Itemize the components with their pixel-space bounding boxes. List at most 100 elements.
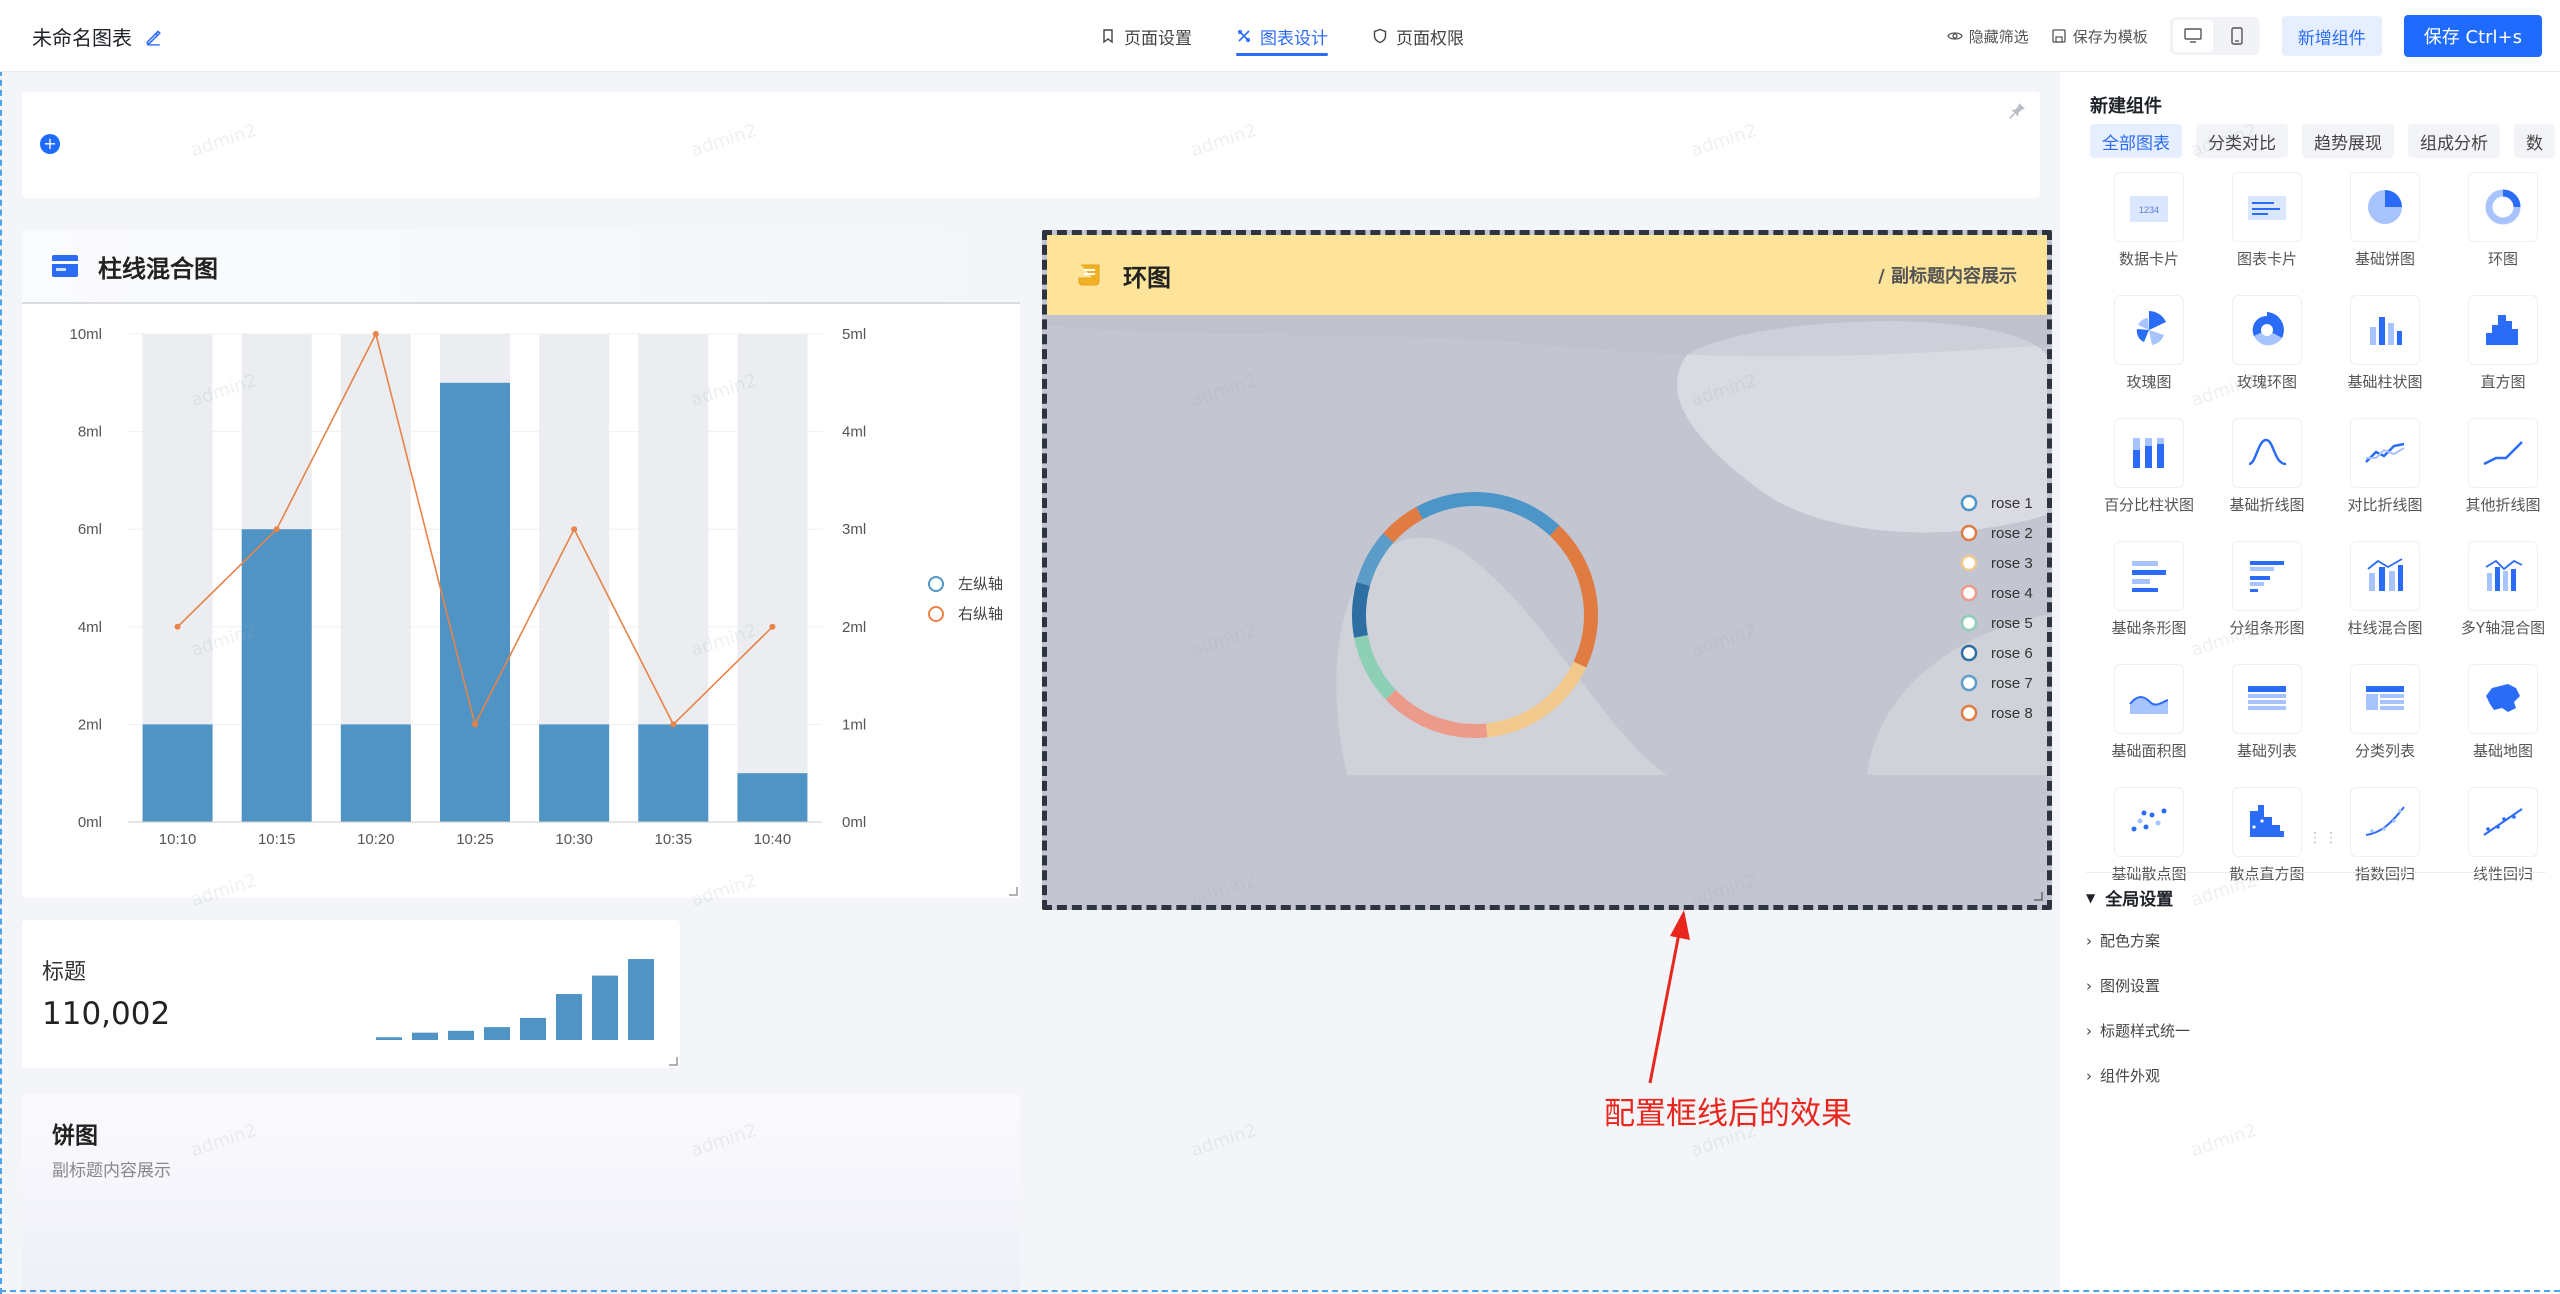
component-percent-bar[interactable]: 百分比柱状图	[2090, 418, 2208, 515]
component-map[interactable]: 基础地图	[2444, 664, 2560, 761]
legend-marker[interactable]	[1960, 494, 1978, 512]
bar[interactable]	[737, 773, 808, 822]
legend-marker[interactable]	[1960, 524, 1978, 542]
bar[interactable]	[440, 382, 510, 822]
bar[interactable]	[340, 724, 411, 822]
component-list[interactable]: 基础列表	[2208, 664, 2326, 761]
mini-bar	[520, 1017, 546, 1040]
filter-composition[interactable]: 组成分析	[2408, 124, 2500, 158]
component-chart-card[interactable]: 图表卡片	[2208, 172, 2326, 269]
tab-page-settings[interactable]: 页面设置	[1100, 0, 1192, 72]
stat-card[interactable]: 标题 110,002	[22, 920, 680, 1068]
setting-legend[interactable]: › 图例设置	[2086, 975, 2546, 996]
stat-value: 110,002	[42, 996, 171, 1032]
component-line[interactable]: 基础折线图	[2208, 418, 2326, 515]
legend-label[interactable]: rose 2	[1991, 525, 2033, 542]
component-bar-line[interactable]: 柱线混合图	[2326, 541, 2444, 638]
legend-label[interactable]: rose 7	[1991, 675, 2033, 692]
legend-marker[interactable]	[928, 606, 944, 622]
legend-label[interactable]: rose 3	[1991, 555, 2033, 572]
component-scatter[interactable]: 基础散点图	[2090, 787, 2208, 884]
tab-chart-design[interactable]: 图表设计	[1236, 0, 1328, 72]
pie-chart-card[interactable]: 饼图 副标题内容展示	[22, 1094, 1020, 1294]
legend-marker[interactable]	[1960, 584, 1978, 602]
bar[interactable]	[638, 724, 709, 822]
component-multi-y[interactable]: 多Y轴混合图	[2444, 541, 2560, 638]
pin-icon[interactable]	[2008, 102, 2026, 120]
setting-appearance[interactable]: › 组件外观	[2086, 1065, 2546, 1086]
line-point[interactable]	[472, 721, 478, 728]
filter-compare[interactable]: 分类对比	[2196, 124, 2288, 158]
setting-color-scheme[interactable]: › 配色方案	[2086, 930, 2546, 951]
setting-title-style[interactable]: › 标题样式统一	[2086, 1020, 2546, 1041]
legend-marker[interactable]	[1960, 704, 1978, 722]
component-exp-regression[interactable]: 指数回归	[2326, 787, 2444, 884]
resize-handle-icon[interactable]	[668, 1056, 678, 1066]
component-pie[interactable]: 基础饼图	[2326, 172, 2444, 269]
desktop-view-button[interactable]	[2172, 20, 2213, 52]
component-compare-line[interactable]: 对比折线图	[2326, 418, 2444, 515]
component-category-list[interactable]: 分类列表	[2326, 664, 2444, 761]
line-point[interactable]	[571, 526, 578, 533]
drag-handle-icon[interactable]: ⋮⋮	[2308, 830, 2340, 846]
bar[interactable]	[142, 724, 213, 822]
legend-marker[interactable]	[1960, 674, 1978, 692]
bar-line-chart-card[interactable]: 柱线混合图 0ml 2ml 4ml 6ml 8ml 10ml 0ml 1ml 2ml 3ml 4ml…	[22, 230, 1020, 898]
legend-marker[interactable]	[1960, 644, 1978, 662]
legend-label[interactable]: rose 8	[1991, 705, 2033, 722]
component-other-line[interactable]: 其他折线图	[2444, 418, 2560, 515]
line-point[interactable]	[670, 721, 677, 728]
legend-label[interactable]: rose 4	[1991, 585, 2033, 602]
line-point[interactable]	[273, 526, 280, 533]
resize-handle-icon[interactable]	[2033, 891, 2043, 901]
component-rose[interactable]: 玫瑰图	[2090, 295, 2208, 392]
ring-slice[interactable]	[1416, 492, 1560, 536]
legend-marker[interactable]	[928, 576, 944, 592]
resize-handle-icon[interactable]	[1008, 886, 1018, 896]
ring-chart-card[interactable]: 环图 / 副标题内容展示 rose 1 rose 2 rose 3 rose 4 ros…	[1042, 230, 2052, 910]
left-tick-label: 8ml	[78, 424, 102, 441]
ring-slice[interactable]	[1352, 582, 1371, 638]
left-tick-label: 4ml	[78, 619, 102, 636]
filter-all[interactable]: 全部图表	[2090, 124, 2182, 158]
legend-marker[interactable]	[1960, 554, 1978, 572]
component-linear-regression[interactable]: 线性回归	[2444, 787, 2560, 884]
legend-label[interactable]: 右纵轴	[958, 605, 1003, 623]
setting-label: 标题样式统一	[2100, 1022, 2191, 1040]
component-data-card[interactable]: 1234 数据卡片	[2090, 172, 2208, 269]
component-hbar[interactable]: 基础条形图	[2090, 541, 2208, 638]
chart-title: 柱线混合图	[98, 254, 218, 283]
pie-subtitle: 副标题内容展示	[52, 1161, 171, 1181]
component-rose-ring[interactable]: 玫瑰环图	[2208, 295, 2326, 392]
save-button[interactable]: 保存 Ctrl+s	[2403, 15, 2542, 57]
line-point[interactable]	[769, 623, 776, 630]
mobile-view-button[interactable]	[2217, 20, 2257, 52]
add-filter-icon[interactable]: +	[40, 134, 60, 154]
save-template-button[interactable]: 保存为模板	[2051, 26, 2148, 47]
filter-trend[interactable]: 趋势展现	[2302, 124, 2394, 158]
tab-page-permissions[interactable]: 页面权限	[1372, 0, 1464, 72]
component-bar[interactable]: 基础柱状图	[2326, 295, 2444, 392]
hide-filter-button[interactable]: 隐藏筛选	[1947, 26, 2029, 47]
ring-slice[interactable]	[1383, 507, 1423, 543]
component-ring[interactable]: 环图	[2444, 172, 2560, 269]
filter-data[interactable]: 数	[2514, 124, 2555, 158]
legend-marker[interactable]	[1960, 614, 1978, 632]
ring-slice[interactable]	[1549, 525, 1598, 668]
legend-label[interactable]: rose 1	[1991, 495, 2033, 512]
bar[interactable]	[539, 724, 610, 822]
legend-label[interactable]: rose 6	[1991, 645, 2033, 662]
component-group-hbar[interactable]: 分组条形图	[2208, 541, 2326, 638]
line-point[interactable]	[372, 331, 379, 337]
global-settings-header[interactable]: ▼ 全局设置	[2086, 885, 2546, 910]
edit-icon[interactable]	[144, 28, 162, 46]
legend-label[interactable]: rose 5	[1991, 615, 2033, 632]
legend-label[interactable]: 左纵轴	[958, 575, 1003, 593]
component-histogram[interactable]: 直方图	[2444, 295, 2560, 392]
add-component-button[interactable]: 新增组件	[2281, 16, 2382, 56]
mini-bar	[556, 994, 582, 1040]
bar[interactable]	[241, 529, 312, 822]
component-area[interactable]: 基础面积图	[2090, 664, 2208, 761]
line-point[interactable]	[174, 623, 181, 630]
rose-icon	[2114, 295, 2184, 365]
